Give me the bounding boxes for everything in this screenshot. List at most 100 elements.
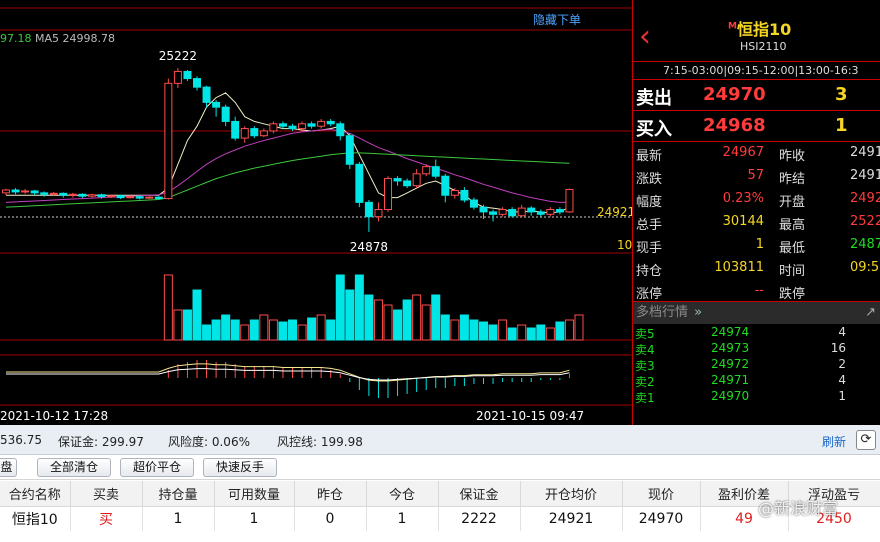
- stat-label: 昨收: [779, 149, 806, 164]
- symbol-sup: M: [728, 21, 737, 32]
- depth-row[interactable]: 卖3 24972 2: [633, 356, 880, 373]
- column-header[interactable]: 持仓量: [142, 481, 215, 507]
- volume-bar: [479, 321, 488, 341]
- back-arrow-icon[interactable]: ‹: [639, 22, 651, 52]
- volume-bar: [182, 309, 192, 341]
- candle-body: [422, 166, 431, 175]
- low-price-label: 24878: [350, 240, 388, 254]
- chart-canvas: 25222 24878 24921 10 2021-10-12 17:28 2021-10…: [0, 7, 632, 423]
- candle-body: [565, 189, 574, 213]
- candle-body: [87, 194, 96, 197]
- sell-row[interactable]: 卖出 24970 3: [633, 80, 880, 111]
- column-header[interactable]: 开仓均价: [520, 481, 623, 507]
- depth-qty: 16: [830, 341, 846, 355]
- depth-header[interactable]: 多档行情 » ↗: [633, 302, 880, 324]
- column-header[interactable]: 现价: [622, 481, 701, 507]
- candle-body: [527, 207, 536, 213]
- volume-bar: [402, 299, 412, 341]
- candle-body: [97, 194, 106, 198]
- volume-bar: [326, 319, 336, 341]
- volume-bar: [297, 324, 307, 341]
- stat-label: 总手: [636, 218, 663, 233]
- depth-qty: 1: [838, 389, 846, 403]
- stat-row: 幅度 0.23% 开盘 2492: [633, 188, 880, 211]
- risk-value: 风险度: 0.06%: [168, 435, 250, 449]
- column-header[interactable]: 昨仓: [294, 481, 367, 507]
- volume-bar: [526, 327, 536, 341]
- volume-bar: [173, 309, 183, 341]
- close-all-button[interactable]: 全部清仓: [37, 458, 111, 477]
- candle-body: [183, 70, 192, 80]
- candle-body: [164, 82, 173, 200]
- symbol-title: M恒指10: [728, 16, 791, 40]
- ma-green-line: [5, 152, 570, 208]
- candle-body: [355, 163, 364, 203]
- volume-bar: [383, 304, 393, 341]
- depth-price: 24970: [711, 389, 750, 403]
- volume-bar: [421, 304, 431, 341]
- candle-body: [546, 209, 555, 215]
- refresh-icon[interactable]: ⟳: [856, 430, 876, 450]
- depth-row[interactable]: 卖2 24971 4: [633, 372, 880, 389]
- volume-bar: [288, 319, 297, 341]
- table-cell: 1: [366, 506, 439, 531]
- symbol-code: HSI2110: [740, 40, 787, 53]
- table-cell: 买: [70, 506, 143, 531]
- volume-bar: [240, 324, 250, 341]
- sell-price: 24970: [703, 84, 766, 105]
- candle-body: [536, 211, 545, 215]
- buy-qty: 1: [835, 115, 848, 136]
- table-cell: 24970: [622, 506, 701, 531]
- buy-row[interactable]: 买入 24968 1: [633, 111, 880, 142]
- candle-body: [212, 101, 221, 108]
- quote-stats: 最新 24967 昨收 2491 涨跌 57 昨结 2491 幅度 0.23% 开盘 2492 总手 30…: [633, 142, 880, 302]
- ma-legend: 97.18 MA5 24998.78: [0, 32, 115, 45]
- column-header[interactable]: 可用数量: [214, 481, 295, 507]
- candle-body: [412, 173, 421, 187]
- stat-row: 最新 24967 昨收 2491: [633, 142, 880, 165]
- candle-body: [469, 199, 478, 208]
- depth-price: 24974: [711, 325, 750, 339]
- volume-bar: [307, 317, 317, 341]
- volume-bar: [202, 324, 212, 341]
- candle-body: [154, 196, 163, 200]
- depth-row[interactable]: 卖5 24974 4: [633, 324, 880, 341]
- macd-dif-line: [6, 363, 570, 382]
- column-header[interactable]: 合约名称: [0, 481, 71, 507]
- stat-label: 最低: [779, 241, 806, 256]
- depth-row[interactable]: 卖4 24973 16: [633, 340, 880, 357]
- table-row[interactable]: 恒指10 买 1 1 0 1 2222 24921 24970 49 2450: [0, 506, 880, 531]
- volume-bar: [278, 321, 288, 341]
- candle-body: [231, 120, 240, 139]
- table-cell: 1: [142, 506, 215, 531]
- stat-label: 时间: [779, 264, 806, 279]
- close-partial-button[interactable]: 盘: [0, 458, 17, 477]
- column-header[interactable]: 买卖: [70, 481, 143, 507]
- column-header[interactable]: 今仓: [366, 481, 439, 507]
- stat-value: 24967: [722, 145, 764, 160]
- candle-body: [49, 192, 58, 195]
- sell-label: 卖出: [636, 88, 672, 109]
- kline-chart[interactable]: 25222 24878 24921 10 2021-10-12 17:28 2021-10…: [0, 0, 632, 425]
- column-header[interactable]: 保证金: [438, 481, 521, 507]
- quick-reverse-button[interactable]: 快速反手: [203, 458, 277, 477]
- candle-body: [259, 130, 268, 137]
- risk-control-value: 风控线: 199.98: [277, 435, 363, 449]
- candle-body: [345, 135, 354, 165]
- depth-row[interactable]: 卖1 24970 1: [633, 388, 880, 405]
- refresh-link[interactable]: 刷新: [822, 433, 846, 450]
- expand-icon[interactable]: ↗: [865, 302, 876, 324]
- hide-order-link[interactable]: 隐藏下单: [533, 11, 581, 28]
- double-chevron-down-icon[interactable]: »: [694, 305, 702, 320]
- quote-header: ‹ M恒指10 HSI2110: [633, 0, 880, 62]
- table-cell: 恒指10: [0, 506, 71, 531]
- volume-bar: [230, 319, 240, 341]
- candle-body: [298, 123, 307, 130]
- candle-body: [517, 207, 526, 217]
- candle-body: [193, 78, 201, 88]
- candle-body: [288, 125, 297, 130]
- volume-bar: [192, 289, 202, 341]
- candle-body: [479, 206, 488, 213]
- overprice-close-button[interactable]: 超价平仓: [120, 458, 194, 477]
- high-price-label: 25222: [159, 49, 197, 63]
